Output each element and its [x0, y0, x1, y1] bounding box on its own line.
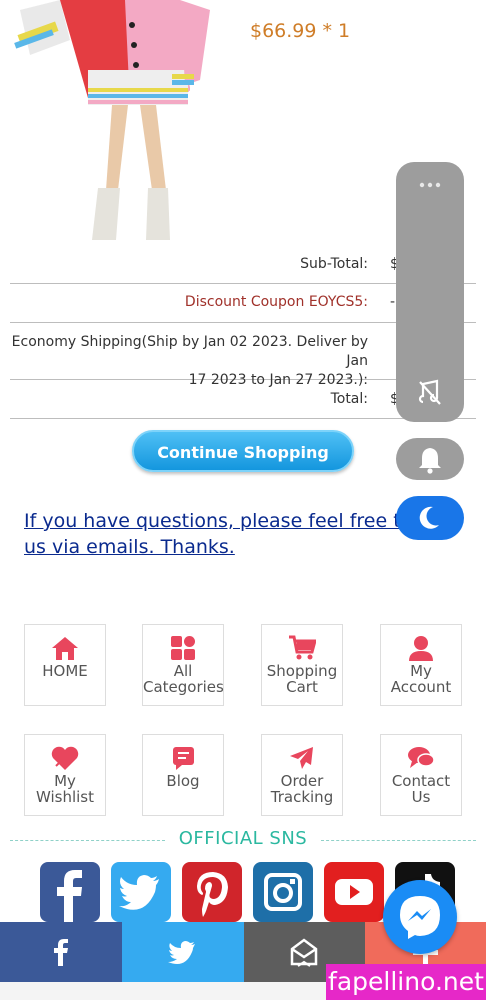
nav-home[interactable]: HOME [24, 624, 106, 706]
user-icon [409, 636, 433, 661]
bell-icon [419, 448, 441, 474]
nav-blog[interactable]: Blog [142, 734, 224, 816]
dark-mode-button[interactable] [396, 496, 464, 540]
pinterest-icon [197, 872, 228, 917]
shipping-label-line1: Economy Shipping(Ship by Jan 02 2023. De… [11, 334, 368, 369]
nav-my-wishlist-label: My Wishlist [35, 772, 95, 806]
nav-all-categories-label-2: Categories [143, 678, 224, 696]
messenger-icon [400, 896, 440, 939]
categories-icon [171, 636, 195, 660]
twitter-icon [168, 941, 195, 965]
plane-icon [290, 747, 313, 769]
cart-icon [289, 635, 316, 660]
more-icon[interactable] [396, 170, 464, 200]
blog-icon [173, 747, 194, 770]
nav-contact-us-label: Contact Us [391, 772, 451, 806]
twitter-link[interactable] [111, 862, 171, 922]
messenger-button[interactable] [383, 880, 457, 954]
nav-home-label: HOME [42, 662, 88, 680]
facebook-link[interactable] [40, 862, 100, 922]
nav-all-categories[interactable]: All Categories [142, 624, 224, 706]
continue-shopping-button[interactable]: Continue Shopping [132, 430, 354, 472]
nav-shopping-cart[interactable]: Shopping Cart [261, 624, 343, 706]
share-facebook-button[interactable] [0, 922, 122, 982]
pinterest-link[interactable] [182, 862, 242, 922]
instagram-link[interactable] [253, 862, 313, 922]
heart-icon [51, 746, 79, 770]
nav-contact-us[interactable]: Contact Us [380, 734, 462, 816]
discount-label: Discount Coupon EOYCS5: [184, 294, 368, 310]
nav-order-tracking-label-2: Tracking [270, 788, 334, 806]
subtotal-label: Sub-Total: [300, 256, 368, 272]
nav-shopping-cart-label-2: Cart [286, 678, 318, 696]
sns-heading: OFFICIAL SNS [10, 828, 476, 852]
nav-my-account-label: My Account [390, 662, 452, 696]
floating-tools-panel [396, 162, 464, 422]
facebook-icon [54, 939, 68, 966]
chat-icon [408, 747, 435, 768]
nav-order-tracking[interactable]: Order Tracking [261, 734, 343, 816]
product-image [0, 0, 230, 245]
notification-button[interactable] [396, 438, 464, 480]
nav-all-categories-label-1: All [173, 662, 193, 680]
moon-icon [419, 506, 439, 529]
twitter-icon [119, 875, 159, 910]
youtube-link[interactable] [324, 862, 384, 922]
instagram-icon [264, 873, 302, 911]
share-twitter-button[interactable] [122, 922, 244, 982]
nav-my-wishlist[interactable]: My Wishlist [24, 734, 106, 816]
nav-my-account[interactable]: My Account [380, 624, 462, 706]
nav-blog-label: Blog [166, 772, 200, 790]
page-footer-strip [0, 982, 326, 1000]
home-icon [52, 637, 78, 660]
nav-order-tracking-label-1: Order [280, 772, 324, 790]
total-label: Total: [330, 391, 368, 407]
facebook-icon [57, 870, 82, 922]
nav-shopping-cart-label-1: Shopping [266, 662, 338, 680]
watermark: fapellino.net [326, 964, 486, 1000]
discount-value: - [390, 294, 396, 310]
music-off-icon[interactable] [396, 378, 464, 408]
product-price: $66.99 * 1 [250, 20, 351, 42]
sns-heading-text: OFFICIAL SNS [178, 828, 308, 849]
youtube-icon [335, 879, 373, 905]
